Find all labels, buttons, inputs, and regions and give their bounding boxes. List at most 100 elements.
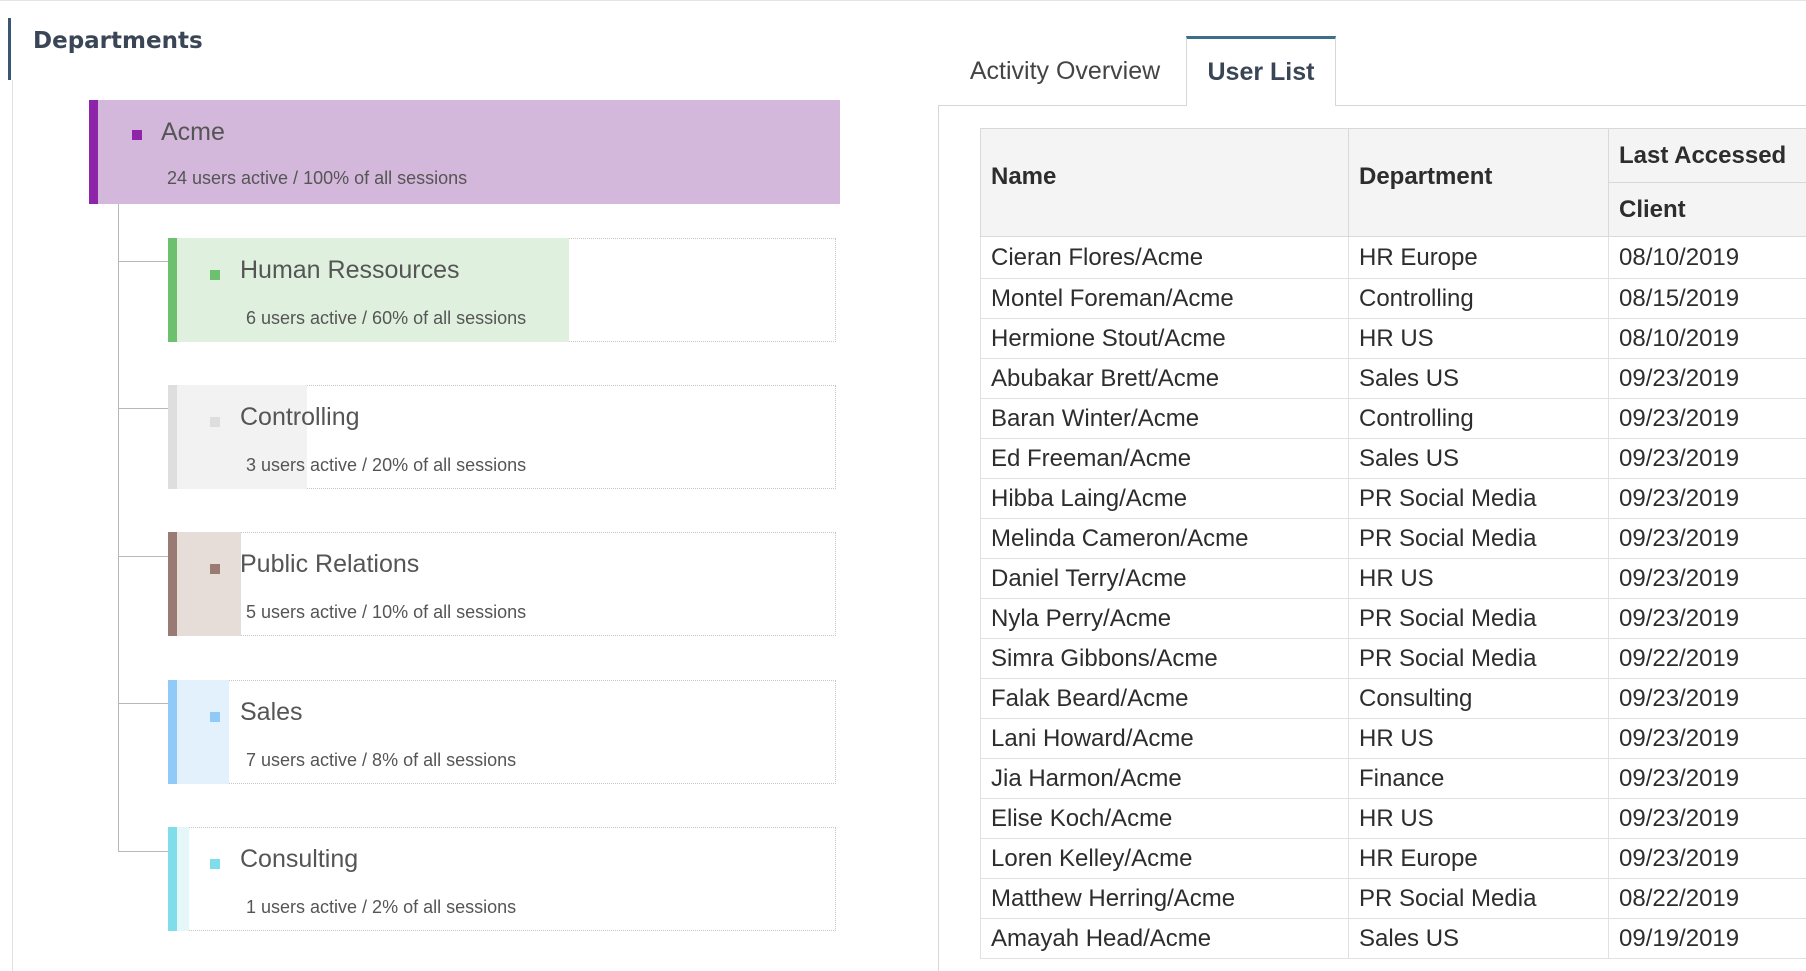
user-department-cell: PR Social Media [1348,478,1609,519]
table-row[interactable]: Daniel Terry/Acme HR US 09/23/2019 [980,558,1806,599]
top-rule [0,0,1806,6]
department-node-consulting[interactable]: Consulting 1 users active / 2% of all se… [168,827,836,931]
tree-branch-line [118,408,168,409]
table-row[interactable]: Nyla Perry/Acme PR Social Media 09/23/2019 [980,598,1806,639]
user-department-cell: Sales US [1348,438,1609,479]
last-accessed-client-cell: 09/23/2019 [1608,518,1806,559]
column-group-header-last-accessed: Last Accessed [1608,128,1806,183]
table-row[interactable]: Melinda Cameron/Acme PR Social Media 09/23… [980,518,1806,559]
department-node-acme[interactable]: Acme 24 users active / 100% of all sessi… [89,100,840,204]
table-row[interactable]: Lani Howard/Acme HR US 09/23/2019 [980,718,1806,759]
node-activity-fill [177,532,241,636]
user-name-cell: Abubakar Brett/Acme [980,358,1349,399]
user-department-cell: Finance [1348,758,1609,799]
user-name-cell: Falak Beard/Acme [980,678,1349,719]
user-name-cell: Daniel Terry/Acme [980,558,1349,599]
table-row[interactable]: Abubakar Brett/Acme Sales US 09/23/2019 [980,358,1806,399]
user-department-cell: PR Social Media [1348,638,1609,679]
user-name-cell: Matthew Herring/Acme [980,878,1349,919]
last-accessed-client-cell: 09/23/2019 [1608,718,1806,759]
node-bullet-icon [210,564,220,574]
department-stats: 24 users active / 100% of all sessions [167,168,468,188]
department-name: Public Relations [240,550,420,578]
department-stats: 5 users active / 10% of all sessions [246,602,527,622]
department-name: Controlling [240,403,360,431]
user-name-cell: Nyla Perry/Acme [980,598,1349,639]
last-accessed-client-cell: 09/19/2019 [1608,918,1806,959]
node-activity-fill [177,680,229,784]
user-name-cell: Amayah Head/Acme [980,918,1349,959]
table-row[interactable]: Simra Gibbons/Acme PR Social Media 09/22/2… [980,638,1806,679]
last-accessed-client-cell: 09/23/2019 [1608,558,1806,599]
department-node-sales[interactable]: Sales 7 users active / 8% of all session… [168,680,836,784]
table-row[interactable]: Amayah Head/Acme Sales US 09/19/2019 [980,918,1806,959]
table-row[interactable]: Montel Foreman/Acme Controlling 08/15/2019 [980,278,1806,319]
user-department-cell: HR Europe [1348,838,1609,879]
department-node-public-relations[interactable]: Public Relations 5 users active / 10% of… [168,532,836,636]
user-list-body: Cieran Flores/Acme HR Europe 08/10/2019 Mon… [980,236,1806,959]
panel-border [938,105,939,971]
column-header-name[interactable]: Name [980,128,1349,237]
node-bullet-icon [210,417,220,427]
last-accessed-client-cell: 08/10/2019 [1608,236,1806,279]
user-department-cell: Consulting [1348,678,1609,719]
user-department-cell: Controlling [1348,398,1609,439]
table-row[interactable]: Baran Winter/Acme Controlling 09/23/2019 [980,398,1806,439]
user-name-cell: Montel Foreman/Acme [980,278,1349,319]
tab-activity-overview[interactable]: Activity Overview [944,36,1186,106]
column-header-department[interactable]: Department [1348,128,1609,237]
department-stats: 7 users active / 8% of all sessions [246,750,517,770]
user-name-cell: Jia Harmon/Acme [980,758,1349,799]
department-stats: 3 users active / 20% of all sessions [246,455,527,475]
department-name: Human Ressources [240,256,460,284]
tree-branch-line [118,851,168,852]
last-accessed-client-cell: 09/23/2019 [1608,758,1806,799]
last-accessed-client-cell: 08/22/2019 [1608,878,1806,919]
user-department-cell: Sales US [1348,918,1609,959]
last-accessed-client-cell: 09/23/2019 [1608,358,1806,399]
user-department-cell: Controlling [1348,278,1609,319]
user-name-cell: Hibba Laing/Acme [980,478,1349,519]
last-accessed-client-cell: 09/23/2019 [1608,438,1806,479]
department-node-controlling[interactable]: Controlling 3 users active / 20% of all … [168,385,836,489]
table-row[interactable]: Loren Kelley/Acme HR Europe 09/23/2019 [980,838,1806,879]
user-name-cell: Simra Gibbons/Acme [980,638,1349,679]
user-name-cell: Hermione Stout/Acme [980,318,1349,359]
node-color-bar [168,680,177,784]
node-bullet-icon [210,859,220,869]
user-department-cell: HR US [1348,318,1609,359]
table-row[interactable]: Ed Freeman/Acme Sales US 09/23/2019 [980,438,1806,479]
department-name: Acme [161,118,225,146]
last-accessed-client-cell: 08/10/2019 [1608,318,1806,359]
last-accessed-client-cell: 09/23/2019 [1608,598,1806,639]
last-accessed-client-cell: 08/15/2019 [1608,278,1806,319]
tab-strip-border [938,105,1186,106]
user-list-table-container: Name Department Last Accessed Client Cie… [980,128,1806,959]
user-name-cell: Loren Kelley/Acme [980,838,1349,879]
table-row[interactable]: Falak Beard/Acme Consulting 09/23/2019 [980,678,1806,719]
tab-strip-border [1336,105,1806,106]
node-activity-fill [177,827,189,931]
table-row[interactable]: Cieran Flores/Acme HR Europe 08/10/2019 [980,236,1806,279]
tab-user-list[interactable]: User List [1186,36,1336,106]
user-department-cell: HR US [1348,798,1609,839]
table-row[interactable]: Hermione Stout/Acme HR US 08/10/2019 [980,318,1806,359]
table-row[interactable]: Matthew Herring/Acme PR Social Media 08/22… [980,878,1806,919]
tree-branch-line [118,703,168,704]
user-department-cell: HR Europe [1348,236,1609,279]
user-department-cell: Sales US [1348,358,1609,399]
department-node-human-ressources[interactable]: Human Ressources 6 users active / 60% of… [168,238,836,342]
node-bullet-icon [132,130,142,140]
last-accessed-client-cell: 09/23/2019 [1608,478,1806,519]
node-color-bar [168,532,177,636]
tree-vertical-line [118,203,119,851]
user-name-cell: Baran Winter/Acme [980,398,1349,439]
table-row[interactable]: Jia Harmon/Acme Finance 09/23/2019 [980,758,1806,799]
node-color-bar [168,385,177,489]
left-border [12,80,13,971]
user-list-table: Name Department Last Accessed Client Cie… [980,128,1806,959]
table-row[interactable]: Hibba Laing/Acme PR Social Media 09/23/201… [980,478,1806,519]
table-row[interactable]: Elise Koch/Acme HR US 09/23/2019 [980,798,1806,839]
user-department-cell: HR US [1348,718,1609,759]
column-header-client[interactable]: Client [1608,182,1806,237]
